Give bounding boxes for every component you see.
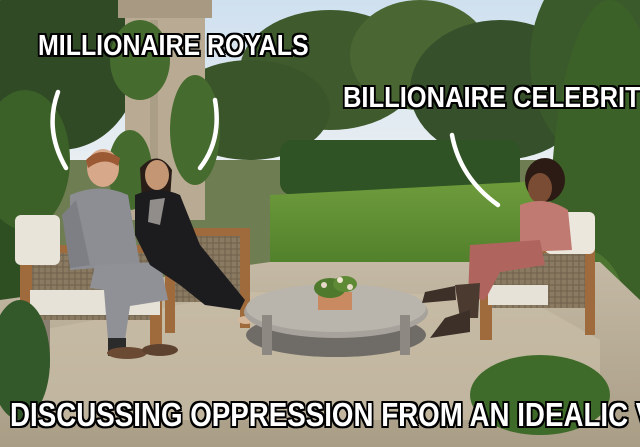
garden-photo: [0, 0, 640, 447]
caption-bottom: DISCUSSING OPPRESSION FROM AN IDEALIC VI…: [10, 396, 640, 433]
caption-billionaire-celebrity: BILLIONAIRE CELEBRITY: [343, 82, 640, 114]
flower-planter: [314, 276, 357, 310]
caption-millionaire-royals: MILLIONAIRE ROYALS: [38, 30, 309, 62]
meme-image: MILLIONAIRE ROYALS BILLIONAIRE CELEBRITY…: [0, 0, 640, 447]
